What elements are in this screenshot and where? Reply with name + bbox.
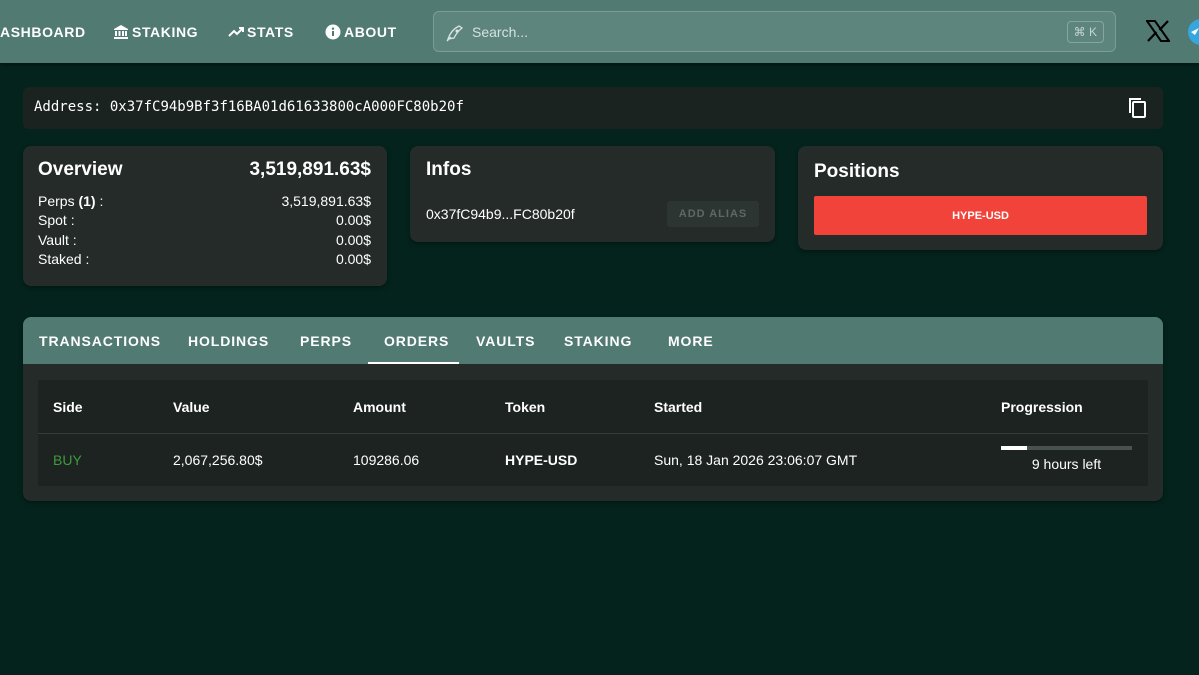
address-bar: Address: 0x37fC94b9Bf3f16BA01d61633800cA… [23,87,1163,129]
column-header-side: Side [53,399,83,415]
order-progress-fill [1001,446,1028,450]
overview-row-spot: Spot : 0.00$ [38,212,371,230]
order-amount: 109286.06 [353,452,420,468]
overview-row-staked: Staked : 0.00$ [38,251,371,269]
overview-spot-value: 0.00$ [335,212,371,228]
nav-dashboard[interactable]: ASHBOARD [0,22,86,42]
overview-title: Overview [38,159,123,180]
tab-staking[interactable]: STAKING [564,333,632,349]
positions-card: Positions HYPE-USD [798,146,1163,250]
x-icon[interactable] [1145,20,1171,47]
overview-perps-count: (1) [78,193,96,209]
infos-short-address: 0x37fC94b9...FC80b20f [426,206,575,222]
tab-transactions[interactable]: TRANSACTIONS [39,333,161,349]
column-header-token: Token [505,399,546,415]
search-box[interactable]: ⌘ K [433,11,1116,52]
tab-holdings[interactable]: HOLDINGS [188,333,269,349]
overview-card: Overview 3,519,891.63$ Perps (1) : 3,519… [23,146,387,286]
tab-orders[interactable]: ORDERS [384,333,449,349]
order-value: 2,067,256.80$ [173,452,263,468]
order-progress-text: 9 hours left [1031,456,1102,472]
overview-staked-value: 0.00$ [335,251,371,267]
bank-icon [113,24,129,40]
search-logo-icon [445,23,465,48]
infos-card: Infos 0x37fC94b9...FC80b20f ADD ALIAS [410,146,775,242]
address-line: Address: 0x37fC94b9Bf3f16BA01d61633800cA… [34,99,464,115]
column-header-started: Started [654,399,703,415]
tab-perps[interactable]: PERPS [300,333,352,349]
overview-vault-value: 0.00$ [335,232,371,248]
top-navigation: ASHBOARD STAKING STATS ABOUT ⌘ K [0,0,1199,63]
copy-icon[interactable] [1125,96,1149,125]
nav-about-label: ABOUT [344,24,397,40]
column-header-amount: Amount [353,399,406,415]
search-shortcut-badge: ⌘ K [1066,21,1104,43]
tab-vaults[interactable]: VAULTS [476,333,535,349]
column-header-progression: Progression [1001,399,1083,415]
nav-stats[interactable]: STATS [228,22,294,42]
details-panel: TRANSACTIONS HOLDINGS PERPS ORDERS VAULT… [23,317,1163,501]
overview-row-perps: Perps (1) : 3,519,891.63$ [38,193,371,211]
trending-up-icon [228,24,244,40]
tab-more[interactable]: MORE [668,333,714,349]
orders-table: Side Value Amount Token Started Progress… [38,380,1148,486]
address-value: 0x37fC94b9Bf3f16BA01d61633800cA000FC80b2… [109,99,464,115]
column-header-value: Value [173,399,210,415]
nav-dashboard-label: ASHBOARD [0,24,86,40]
nav-stats-label: STATS [247,24,294,40]
positions-title: Positions [814,161,900,182]
overview-perps-value: 3,519,891.63$ [281,193,371,209]
address-label: Address: [34,99,102,115]
add-alias-button[interactable]: ADD ALIAS [667,201,759,227]
nav-about[interactable]: ABOUT [325,22,397,42]
overview-staked-label: Staked : [38,251,90,267]
order-progress-bar [1001,446,1132,450]
overview-row-vault: Vault : 0.00$ [38,232,371,250]
active-tab-indicator [368,362,459,364]
tab-bar: TRANSACTIONS HOLDINGS PERPS ORDERS VAULT… [23,317,1163,364]
overview-perps-label: Perps [38,193,75,209]
nav-staking[interactable]: STAKING [113,22,198,42]
position-hype-usd-button[interactable]: HYPE-USD [814,196,1147,235]
overview-total: 3,519,891.63$ [249,159,371,180]
overview-perps-suffix: : [95,193,104,209]
infos-title: Infos [426,159,472,180]
order-side: BUY [53,452,82,468]
order-started: Sun, 18 Jan 2026 23:06:07 GMT [654,452,858,468]
overview-spot-label: Spot : [38,212,75,228]
telegram-icon[interactable] [1188,19,1199,50]
search-input[interactable] [472,20,1032,44]
order-token: HYPE-USD [505,452,578,468]
nav-staking-label: STAKING [132,24,199,40]
info-icon [325,24,341,40]
table-divider [38,433,1148,434]
overview-vault-label: Vault : [38,232,77,248]
